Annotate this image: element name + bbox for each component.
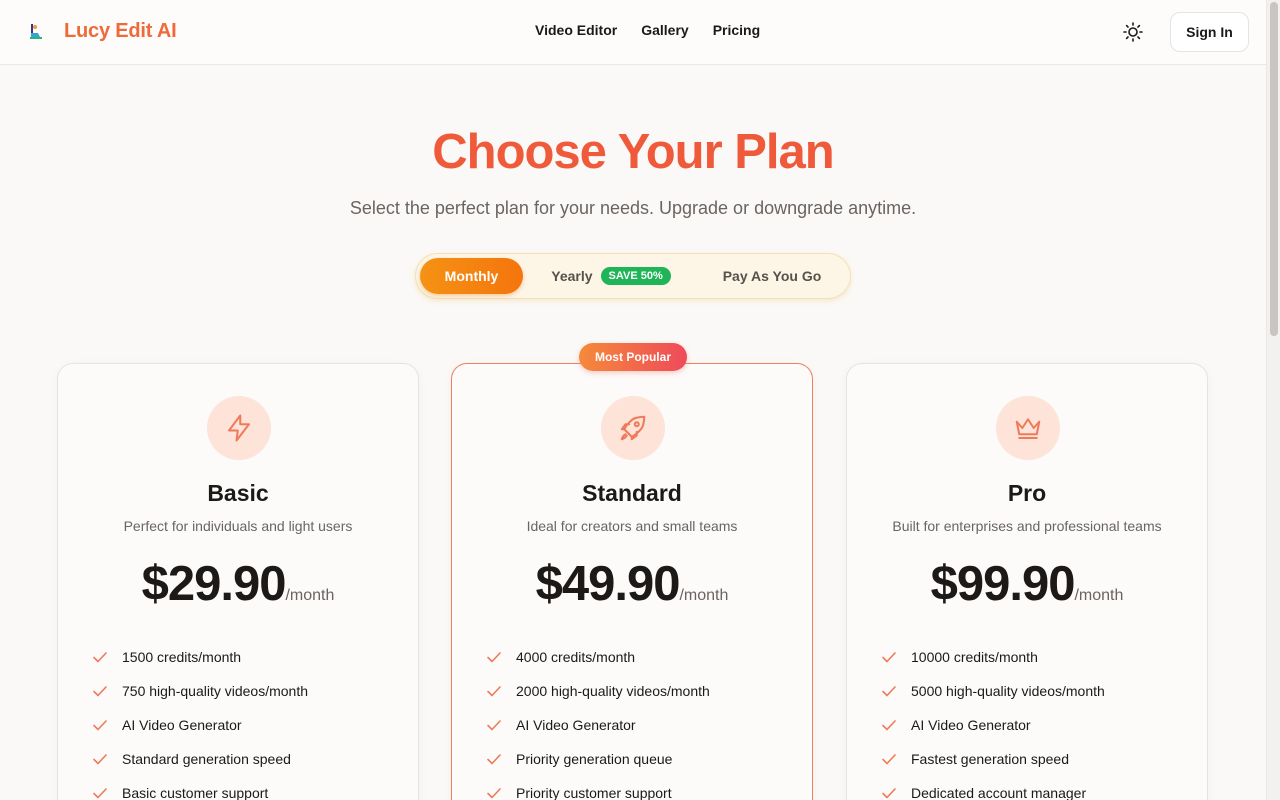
list-item: 4000 credits/month: [486, 640, 710, 674]
check-icon: [93, 686, 107, 697]
check-icon: [882, 652, 896, 663]
list-item: Standard generation speed: [92, 742, 308, 776]
plan-price: $29.90/month: [58, 556, 418, 612]
check-icon: [487, 652, 501, 663]
price-unit: /month: [285, 587, 335, 604]
billing-option-monthly[interactable]: Monthly: [420, 258, 523, 294]
feature-text: AI Video Generator: [911, 717, 1031, 733]
plan-name: Pro: [1007, 480, 1047, 506]
billing-option-monthly-label: Monthly: [444, 268, 499, 284]
check-icon: [882, 720, 896, 731]
check-icon: [93, 720, 107, 731]
plan-name: Standard: [582, 480, 682, 506]
feature-text: AI Video Generator: [516, 717, 636, 733]
plan-description: Built for enterprises and professional t…: [892, 518, 1162, 534]
plan-name: Basic: [207, 480, 269, 506]
feature-text: 10000 credits/month: [911, 649, 1038, 665]
most-popular-badge: Most Popular: [579, 343, 687, 371]
billing-option-yearly[interactable]: Yearly SAVE 50%: [536, 258, 686, 294]
plan-icon-basic: [207, 396, 271, 460]
check-icon: [93, 788, 107, 799]
plan-card-pro: Pro Built for enterprises and profession…: [846, 363, 1208, 800]
price-amount: $49.90: [535, 557, 681, 611]
list-item: 10000 credits/month: [881, 640, 1105, 674]
list-item: 1500 credits/month: [92, 640, 308, 674]
plan-card-standard: Most Popular Standard Ideal for creators…: [451, 343, 813, 800]
plan-icon-standard: [601, 396, 665, 460]
list-item: 750 high-quality videos/month: [92, 674, 308, 708]
sun-icon[interactable]: [1122, 21, 1144, 43]
brand-logo[interactable]: Lucy Edit AI: [26, 20, 177, 43]
feature-list: 10000 credits/month 5000 high-quality vi…: [881, 640, 1105, 800]
check-icon: [487, 686, 501, 697]
list-item: Dedicated account manager: [881, 776, 1105, 800]
price-unit: /month: [679, 587, 729, 604]
list-item: Priority generation queue: [486, 742, 710, 776]
top-header: Lucy Edit AI Video Editor Gallery Pricin…: [0, 0, 1266, 65]
price-amount: $99.90: [930, 557, 1076, 611]
check-icon: [487, 788, 501, 799]
plan-icon-pro: [996, 396, 1060, 460]
billing-option-payg[interactable]: Pay As You Go: [712, 258, 832, 294]
feature-text: 4000 credits/month: [516, 649, 636, 665]
check-icon: [487, 720, 501, 731]
page-subtitle: Select the perfect plan for your needs. …: [349, 198, 917, 218]
scrollbar-thumb[interactable]: [1270, 2, 1278, 336]
feature-text: 5000 high-quality videos/month: [911, 683, 1105, 699]
feature-text: AI Video Generator: [122, 717, 242, 733]
plan-description: Ideal for creators and small teams: [526, 518, 738, 534]
list-item: Priority customer support: [486, 776, 710, 800]
feature-text: Standard generation speed: [122, 751, 291, 767]
feature-text: Priority customer support: [516, 785, 672, 800]
sign-in-button[interactable]: Sign In: [1170, 12, 1249, 52]
feature-text: Fastest generation speed: [911, 751, 1069, 767]
check-icon: [487, 754, 501, 765]
plan-price: $99.90/month: [847, 556, 1207, 612]
plan-description: Perfect for individuals and light users: [123, 518, 353, 534]
crown-icon: [1015, 418, 1041, 439]
check-icon: [882, 754, 896, 765]
list-item: Fastest generation speed: [881, 742, 1105, 776]
billing-toggle: Monthly Yearly SAVE 50% Pay As You Go: [415, 253, 851, 299]
plan-card-basic: Basic Perfect for individuals and light …: [57, 363, 419, 800]
check-icon: [93, 754, 107, 765]
nav-gallery[interactable]: Gallery: [641, 22, 688, 38]
save-badge: SAVE 50%: [600, 267, 671, 285]
feature-text: 750 high-quality videos/month: [122, 683, 309, 699]
check-icon: [882, 788, 896, 799]
list-item: AI Video Generator: [881, 708, 1105, 742]
check-icon: [882, 686, 896, 697]
lightning-icon: [228, 414, 250, 442]
page-title: Choose Your Plan: [432, 125, 834, 179]
feature-text: 1500 credits/month: [122, 649, 242, 665]
pricing-page: Lucy Edit AI Video Editor Gallery Pricin…: [0, 0, 1280, 800]
list-item: AI Video Generator: [92, 708, 308, 742]
billing-option-yearly-label: Yearly: [551, 268, 593, 284]
feature-list: 4000 credits/month 2000 high-quality vid…: [486, 640, 710, 800]
check-icon: [93, 652, 107, 663]
feature-text: 2000 high-quality videos/month: [516, 683, 710, 699]
price-unit: /month: [1074, 587, 1124, 604]
main-nav: Video Editor Gallery Pricing: [535, 22, 760, 38]
list-item: AI Video Generator: [486, 708, 710, 742]
feature-list: 1500 credits/month 750 high-quality vide…: [92, 640, 308, 800]
plan-price: $49.90/month: [452, 556, 812, 612]
feature-text: Dedicated account manager: [911, 785, 1087, 800]
page-scrollbar[interactable]: [1266, 0, 1280, 800]
brand-name: Lucy Edit AI: [64, 20, 177, 42]
list-item: 2000 high-quality videos/month: [486, 674, 710, 708]
nav-pricing[interactable]: Pricing: [713, 22, 760, 38]
nav-video-editor[interactable]: Video Editor: [535, 22, 617, 38]
list-item: 5000 high-quality videos/month: [881, 674, 1105, 708]
price-amount: $29.90: [141, 557, 287, 611]
feature-text: Priority generation queue: [516, 751, 673, 767]
rocket-icon: [620, 415, 646, 441]
logo-mark-icon: [30, 23, 42, 39]
list-item: Basic customer support: [92, 776, 308, 800]
billing-option-payg-label: Pay As You Go: [722, 268, 822, 284]
feature-text: Basic customer support: [122, 785, 269, 800]
